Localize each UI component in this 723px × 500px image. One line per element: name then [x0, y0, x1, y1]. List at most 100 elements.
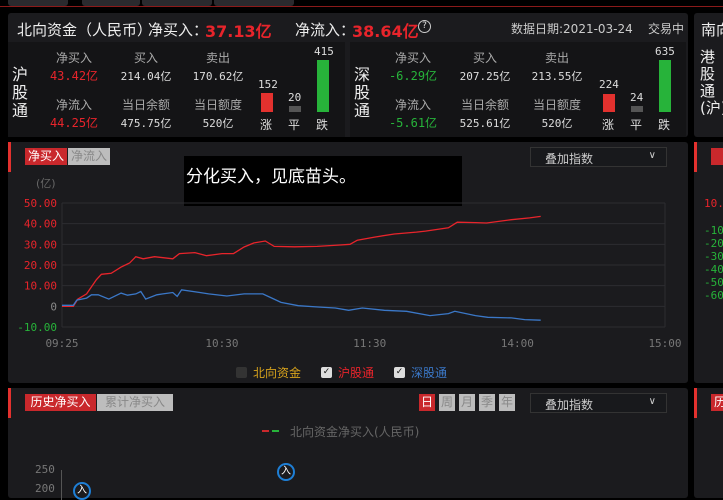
chevron-down-icon: ∨ — [648, 396, 656, 407]
sz-quota-label: 当日额度 — [532, 98, 581, 112]
history-legend: 北向资金净买入(人民币) — [290, 425, 420, 439]
x-tick-label: 14:00 — [501, 337, 534, 350]
right-y-tick: -10. — [704, 224, 723, 237]
period-year[interactable]: 年 — [499, 394, 515, 411]
data-date: 数据日期:2021-03-24 — [511, 22, 633, 36]
active-indicator — [694, 388, 697, 418]
sh-net-inflow-label: 净流入 — [55, 98, 92, 112]
sz-down-count: 635 — [655, 45, 675, 58]
y-tick-label: 30.00 — [24, 238, 57, 251]
chart-legend: 北向资金 ✓ 沪股通 ✓ 深股通 — [236, 364, 447, 381]
series-line-sz — [62, 289, 541, 321]
sh-buy: 214.04亿 — [120, 70, 172, 83]
legend-red-dash — [262, 430, 269, 432]
sh-up-count: 152 — [258, 78, 278, 91]
sh-down-bar — [317, 60, 329, 112]
sz-sell: 213.55亿 — [531, 70, 583, 83]
southbound-panel: 南向 港股通(沪) — [694, 13, 723, 137]
sh-up-bar — [261, 93, 273, 112]
help-icon[interactable]: ? — [418, 20, 431, 33]
trading-status: 交易中 — [648, 22, 685, 36]
period-quarter[interactable]: 季 — [479, 394, 495, 411]
sh-flat-count: 20 — [288, 91, 302, 104]
tab-cumulative-net-buy[interactable]: 累计净买入 — [97, 394, 173, 411]
x-tick-label: 09:25 — [45, 337, 78, 350]
sh-balance-label: 当日余额 — [121, 98, 170, 112]
sz-up-label: 涨 — [602, 118, 615, 132]
active-indicator — [694, 142, 697, 172]
sz-down-label: 跌 — [658, 118, 671, 132]
y-tick-label: 0 — [50, 300, 57, 313]
x-tick-label: 10:30 — [205, 337, 238, 350]
period-day[interactable]: 日 — [419, 394, 435, 411]
tab-net-buy-south[interactable] — [711, 148, 723, 165]
net-buy-label: 净买入： — [148, 21, 209, 39]
sz-quota: 520亿 — [541, 117, 573, 130]
legend-checkbox-northbound[interactable] — [236, 367, 247, 378]
overlay-label: 叠加指数 — [545, 398, 594, 412]
sh-name: 沪股通 — [12, 65, 29, 120]
history-panel: 历史净买入 累计净买入 日 周 月 季 年 叠加指数 ∨ 北向资金净买入(人民币)… — [8, 388, 688, 500]
sh-net-buy: 43.42亿 — [49, 69, 99, 83]
legend-checkbox-sz[interactable]: ✓ — [394, 367, 406, 378]
history-overlay-select[interactable]: 叠加指数 ∨ — [530, 393, 667, 413]
marker-pin-icon[interactable]: 入 — [277, 463, 295, 481]
sz-up-count: 224 — [599, 78, 619, 91]
sz-sell-label: 卖出 — [544, 51, 569, 65]
active-indicator — [8, 388, 11, 418]
sh-net-buy-label: 净买入 — [55, 51, 92, 65]
divider — [0, 6, 723, 7]
sh-connect-block: 沪股通 净买入 43.42亿 买入 214.04亿 卖出 170.62亿 净流入… — [8, 42, 345, 137]
legend-checkbox-sh[interactable]: ✓ — [321, 367, 333, 378]
sz-up-bar — [603, 94, 615, 112]
series-line-sh — [62, 215, 541, 307]
y-tick-label: 50.00 — [24, 197, 57, 210]
sz-name: 深股通 — [354, 65, 371, 120]
south-title: 南向 — [701, 21, 723, 39]
south-history-panel: 历 — [694, 388, 723, 498]
sz-net-inflow: -5.61亿 — [388, 116, 438, 130]
sh-quota-label: 当日额度 — [193, 98, 242, 112]
y-tick-label: 10.00 — [24, 280, 57, 293]
sz-buy-label: 买入 — [472, 51, 497, 65]
right-y-tick: -30. — [704, 250, 723, 263]
sz-buy: 207.25亿 — [459, 70, 511, 83]
right-y-tick: -50. — [704, 276, 723, 289]
sh-flat-label: 平 — [288, 118, 301, 132]
sz-down-bar — [659, 60, 671, 112]
history-ytick-250: 250 — [35, 463, 55, 476]
tab-history-south[interactable]: 历 — [711, 394, 723, 411]
sz-net-buy: -6.29亿 — [388, 69, 438, 83]
sz-flat-label: 平 — [630, 118, 643, 132]
legend-northbound: 北向资金 — [253, 366, 302, 380]
right-y-tick: -40. — [704, 263, 723, 276]
legend-sh: 沪股通 — [338, 366, 375, 380]
sh-quota: 520亿 — [202, 117, 234, 130]
period-month[interactable]: 月 — [459, 394, 475, 411]
marker-pin-icon[interactable]: 入 — [73, 482, 91, 500]
sh-sell: 170.62亿 — [192, 70, 244, 83]
legend-green-dash — [272, 430, 279, 432]
net-buy-value: 37.13亿 — [205, 22, 272, 41]
sh-down-label: 跌 — [316, 118, 329, 132]
sh-up-label: 涨 — [260, 118, 273, 132]
tab-history-net-buy[interactable]: 历史净买入 — [25, 394, 96, 411]
sh-sell-label: 卖出 — [205, 51, 230, 65]
summary-title: 北向资金（人民币） — [17, 21, 153, 39]
sz-net-inflow-label: 净流入 — [394, 98, 431, 112]
sz-balance-label: 当日余额 — [460, 98, 509, 112]
x-tick-label: 15:00 — [648, 337, 681, 350]
period-week[interactable]: 周 — [439, 394, 455, 411]
sz-flat-bar — [631, 106, 643, 112]
sh-balance: 475.75亿 — [120, 117, 172, 130]
sz-connect-block: 深股通 净买入 -6.29亿 买入 207.25亿 卖出 213.55亿 净流入… — [350, 42, 686, 137]
x-tick-label: 11:30 — [353, 337, 386, 350]
right-y-tick: -60. — [704, 289, 723, 302]
sh-buy-label: 买入 — [133, 51, 158, 65]
southbound-chart-panel: 10. -10.-20.-30.-40.-50.-60. — [694, 142, 723, 383]
sz-net-buy-label: 净买入 — [394, 51, 431, 65]
right-y-tick: 10. — [704, 197, 723, 210]
net-inflow-label: 净流入： — [295, 21, 356, 39]
y-tick-label: 40.00 — [24, 218, 57, 231]
sh-down-count: 415 — [314, 45, 334, 58]
